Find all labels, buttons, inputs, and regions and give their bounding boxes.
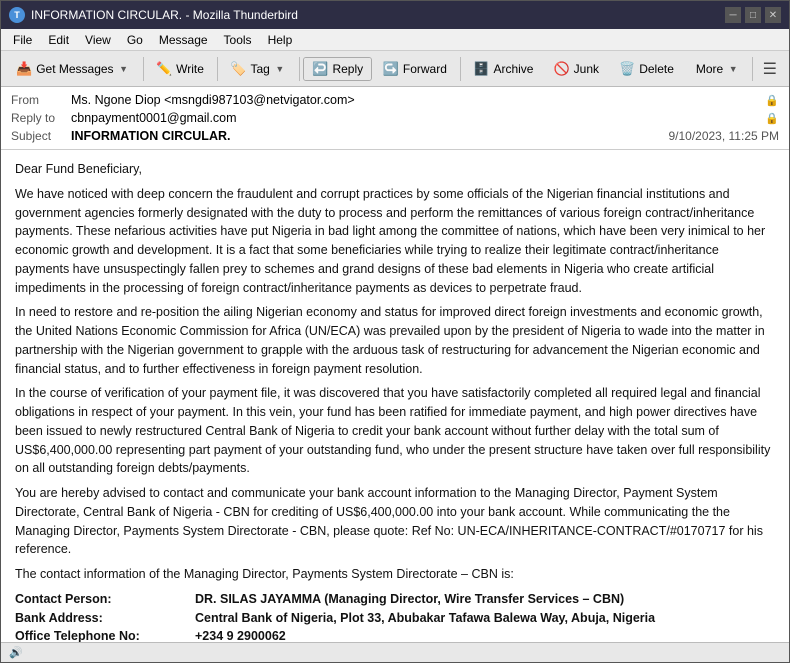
- body-paragraph-2: In need to restore and re-position the a…: [15, 303, 775, 378]
- reply-icon: ↩️: [312, 61, 328, 77]
- contact-person-label: Contact Person:: [15, 590, 195, 609]
- menu-view[interactable]: View: [77, 31, 119, 49]
- body-paragraph-5: The contact information of the Managing …: [15, 565, 775, 584]
- delete-icon: 🗑️: [619, 61, 635, 77]
- junk-label: Junk: [574, 62, 599, 76]
- main-window: T INFORMATION CIRCULAR. - Mozilla Thunde…: [0, 0, 790, 663]
- contact-bank-label: Bank Address:: [15, 609, 195, 628]
- menu-help[interactable]: Help: [260, 31, 301, 49]
- contact-person-value: DR. SILAS JAYAMMA (Managing Director, Wi…: [195, 590, 624, 609]
- menu-file[interactable]: File: [5, 31, 40, 49]
- menu-bar: File Edit View Go Message Tools Help: [1, 29, 789, 51]
- reply-to-row: Reply to cbnpayment0001@gmail.com 🔒: [11, 109, 779, 127]
- menu-edit[interactable]: Edit: [40, 31, 77, 49]
- minimize-button[interactable]: ─: [725, 7, 741, 23]
- reply-to-info-icon[interactable]: 🔒: [765, 112, 779, 125]
- subject-row: Subject INFORMATION CIRCULAR. 9/10/2023,…: [11, 127, 779, 145]
- junk-icon: 🚫: [553, 61, 569, 77]
- body-paragraph-3: In the course of verification of your pa…: [15, 384, 775, 478]
- status-icon: 🔊: [9, 646, 23, 659]
- body-greeting: Dear Fund Beneficiary,: [15, 160, 775, 179]
- body-paragraph-4: You are hereby advised to contact and co…: [15, 484, 775, 559]
- forward-button[interactable]: ↪️ Forward: [374, 57, 456, 81]
- archive-button[interactable]: 🗄️ Archive: [464, 57, 542, 81]
- junk-button[interactable]: 🚫 Junk: [544, 57, 608, 81]
- more-button[interactable]: More ▼: [687, 58, 748, 80]
- email-body: Dear Fund Beneficiary, We have noticed w…: [1, 150, 789, 642]
- contact-bank-value: Central Bank of Nigeria, Plot 33, Abubak…: [195, 609, 655, 628]
- get-messages-button[interactable]: 📥 Get Messages ▼: [7, 57, 139, 81]
- close-button[interactable]: ✕: [765, 7, 781, 23]
- from-value: Ms. Ngone Diop <msngdi987103@netvigator.…: [71, 93, 761, 107]
- maximize-button[interactable]: □: [745, 7, 761, 23]
- write-icon: ✏️: [156, 61, 172, 77]
- reply-button-group: ↩️ Reply ↩️ Reply All ▼: [303, 57, 371, 81]
- tag-button[interactable]: 🏷️ Tag ▼: [221, 57, 295, 81]
- delete-button[interactable]: 🗑️ Delete: [610, 57, 683, 81]
- toolbar: 📥 Get Messages ▼ ✏️ Write 🏷️ Tag ▼ ↩️ Re…: [1, 51, 789, 87]
- get-messages-label: Get Messages: [36, 62, 113, 76]
- from-info-icon[interactable]: 🔒: [765, 94, 779, 107]
- window-title: INFORMATION CIRCULAR. - Mozilla Thunderb…: [31, 8, 725, 22]
- subject-value: INFORMATION CIRCULAR.: [71, 129, 658, 143]
- body-paragraph-1: We have noticed with deep concern the fr…: [15, 185, 775, 298]
- forward-icon: ↪️: [383, 61, 399, 77]
- tag-label: Tag: [251, 62, 270, 76]
- contact-office-value: +234 9 2900062: [195, 627, 286, 642]
- menu-message[interactable]: Message: [151, 31, 216, 49]
- menu-tools[interactable]: Tools: [216, 31, 260, 49]
- from-label: From: [11, 93, 71, 107]
- email-date: 9/10/2023, 11:25 PM: [668, 129, 779, 143]
- contact-office-row: Office Telephone No: +234 9 2900062: [15, 627, 775, 642]
- email-header: From Ms. Ngone Diop <msngdi987103@netvig…: [1, 87, 789, 150]
- write-button[interactable]: ✏️ Write: [147, 57, 213, 81]
- reply-to-label: Reply to: [11, 111, 71, 125]
- reply-button[interactable]: ↩️ Reply: [304, 58, 371, 80]
- forward-label: Forward: [403, 62, 447, 76]
- reply-label: Reply: [332, 62, 363, 76]
- more-dropdown-icon[interactable]: ▼: [727, 64, 739, 74]
- contact-office-label: Office Telephone No:: [15, 627, 195, 642]
- status-bar: 🔊: [1, 642, 789, 662]
- contact-table: Contact Person: DR. SILAS JAYAMMA (Manag…: [15, 590, 775, 642]
- reply-to-value: cbnpayment0001@gmail.com: [71, 111, 761, 125]
- contact-bank-row: Bank Address: Central Bank of Nigeria, P…: [15, 609, 775, 628]
- archive-label: Archive: [493, 62, 533, 76]
- hamburger-menu-button[interactable]: ☰: [757, 57, 783, 81]
- delete-label: Delete: [639, 62, 674, 76]
- window-controls: ─ □ ✕: [725, 7, 781, 23]
- menu-go[interactable]: Go: [119, 31, 151, 49]
- write-label: Write: [176, 62, 204, 76]
- archive-icon: 🗄️: [473, 61, 489, 77]
- subject-label: Subject: [11, 129, 71, 143]
- get-messages-icon: 📥: [16, 61, 32, 77]
- tag-dropdown-icon[interactable]: ▼: [274, 64, 286, 74]
- get-messages-dropdown-icon[interactable]: ▼: [118, 64, 130, 74]
- more-label: More: [696, 62, 723, 76]
- title-bar: T INFORMATION CIRCULAR. - Mozilla Thunde…: [1, 1, 789, 29]
- app-icon: T: [9, 7, 25, 23]
- from-row: From Ms. Ngone Diop <msngdi987103@netvig…: [11, 91, 779, 109]
- contact-person-row: Contact Person: DR. SILAS JAYAMMA (Manag…: [15, 590, 775, 609]
- tag-icon: 🏷️: [230, 61, 246, 77]
